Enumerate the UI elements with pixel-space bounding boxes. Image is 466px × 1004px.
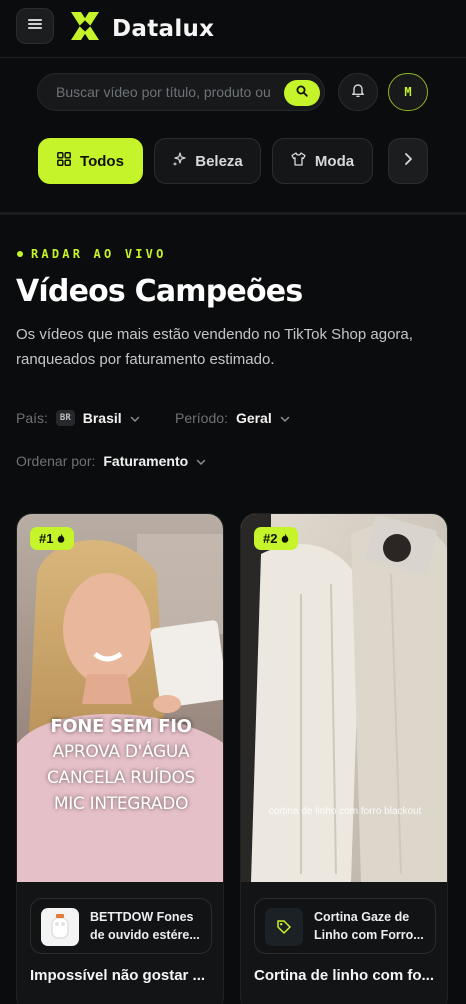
search-bar	[37, 73, 325, 111]
video-overlay-text: CANCELA RUÍDOS	[46, 768, 196, 788]
grid-icon	[57, 152, 71, 170]
hamburger-icon	[28, 17, 42, 35]
period-filter[interactable]: Período: Geral	[175, 410, 290, 426]
country-filter[interactable]: País: BR Brasil	[16, 410, 140, 426]
notifications-button[interactable]	[338, 73, 378, 111]
sort-filter[interactable]: Ordenar por: Faturamento	[16, 453, 206, 469]
category-beleza[interactable]: Beleza	[154, 138, 261, 184]
category-label: Todos	[80, 152, 124, 170]
menu-button[interactable]	[16, 8, 54, 44]
sparkle-icon	[172, 152, 186, 170]
rank-badge: #1	[30, 527, 75, 550]
filter-label: Ordenar por:	[16, 453, 96, 469]
product-thumbnail	[41, 908, 79, 946]
brand-logo[interactable]: Datalux	[68, 9, 214, 48]
page-title: Vídeos Campeões	[16, 274, 303, 309]
rank-number: #1	[39, 531, 54, 546]
flame-icon	[57, 531, 65, 546]
tag-icon	[265, 908, 303, 946]
chevron-down-icon	[130, 410, 140, 426]
country-flag-badge: BR	[55, 410, 75, 426]
flame-icon	[281, 531, 289, 546]
top-header: Datalux	[0, 0, 466, 58]
product-chip[interactable]: Cortina Gaze de Linho com Forro...	[254, 898, 436, 954]
video-title[interactable]: Impossível não gostar ...	[30, 967, 220, 984]
video-overlay-text: FONE SEM FIO	[50, 716, 192, 737]
video-card[interactable]: #1 FONE SEM FIO APROVA D'ÁGUA CANCELA RU…	[16, 513, 224, 1004]
live-radar-label: RADAR AO VIVO	[17, 247, 167, 261]
logo-icon	[68, 9, 102, 48]
brand-name: Datalux	[112, 15, 215, 42]
video-overlay-text: MIC INTEGRADO	[53, 794, 189, 814]
chevron-down-icon	[280, 410, 290, 426]
filter-label: Período:	[175, 410, 228, 426]
bell-icon	[350, 82, 366, 103]
video-thumbnail[interactable]: #2 cortina de linho com forro blackout	[241, 514, 447, 882]
filter-label: País:	[16, 410, 48, 426]
category-label: Moda	[314, 152, 355, 170]
page-subtitle: Os vídeos que mais estão vendendo no Tik…	[16, 326, 413, 368]
filter-value: Brasil	[82, 410, 122, 426]
live-dot-icon	[17, 251, 23, 257]
product-name: BETTDOW Fones de ouvido estére...	[90, 910, 200, 942]
product-chip[interactable]: BETTDOW Fones de ouvido estére...	[30, 898, 212, 954]
chevron-down-icon	[196, 453, 206, 469]
categories-next-button[interactable]	[388, 138, 428, 184]
user-avatar[interactable]: M	[388, 73, 428, 111]
video-thumbnail[interactable]: #1 FONE SEM FIO APROVA D'ÁGUA CANCELA RU…	[17, 514, 223, 882]
filter-value: Faturamento	[103, 453, 189, 469]
search-button[interactable]	[284, 80, 320, 106]
rank-number: #2	[263, 531, 278, 546]
rank-badge: #2	[254, 527, 299, 550]
product-name: Cortina Gaze de Linho com Forro...	[314, 910, 424, 942]
video-overlay-text: APROVA D'ÁGUA	[52, 742, 190, 762]
video-card[interactable]: #2 cortina de linho com forro blackout C…	[240, 513, 448, 1004]
video-caption: cortina de linho com forro blackout	[268, 806, 422, 817]
video-title[interactable]: Cortina de linho com fo...	[254, 967, 444, 984]
category-moda[interactable]: Moda	[272, 138, 373, 184]
category-todos[interactable]: Todos	[38, 138, 143, 184]
search-input[interactable]	[56, 74, 281, 110]
chevron-right-icon	[403, 152, 413, 171]
search-icon	[296, 84, 308, 102]
section-divider	[0, 212, 466, 215]
eyebrow-text: RADAR AO VIVO	[31, 247, 167, 261]
shirt-icon	[291, 152, 306, 170]
filter-value: Geral	[235, 410, 272, 426]
category-label: Beleza	[195, 152, 243, 170]
